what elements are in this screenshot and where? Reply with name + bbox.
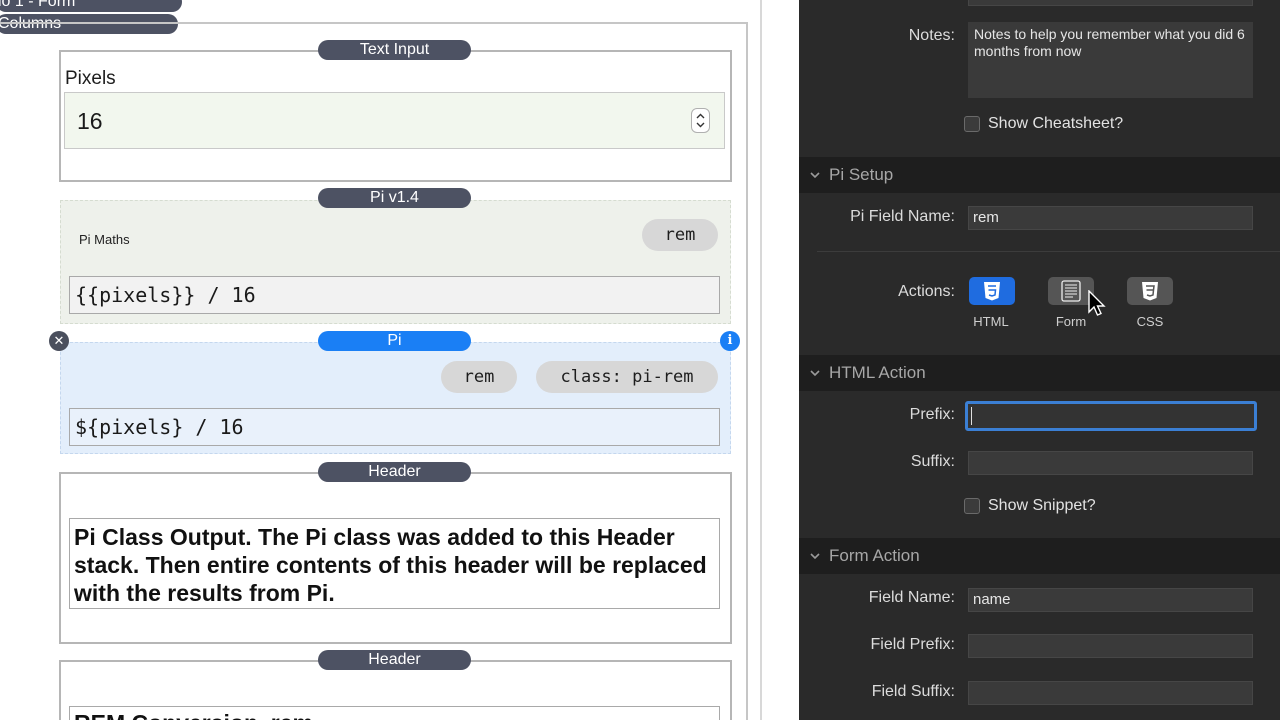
chevron-down-icon <box>810 370 820 377</box>
inspector-panel: Notes: Notes to help you remember what y… <box>799 0 1280 720</box>
form-stack-pill[interactable]: io 1 - Form <box>0 0 182 12</box>
pi-formula[interactable]: ${pixels} / 16 <box>69 408 720 446</box>
field-name-input[interactable]: name <box>968 588 1253 612</box>
form-action-section-header[interactable]: Form Action <box>799 538 1280 574</box>
stepper-chevrons-icon <box>696 113 705 128</box>
css3-icon <box>1142 282 1158 301</box>
notes-textarea[interactable]: Notes to help you remember what you did … <box>968 22 1253 98</box>
field-suffix-input[interactable] <box>968 681 1253 705</box>
suffix-label: Suffix: <box>910 453 955 470</box>
pixels-stepper[interactable] <box>691 108 710 133</box>
header-text[interactable]: Pi Class Output. The Pi class was added … <box>69 518 720 609</box>
header-pill[interactable]: Header <box>318 462 471 482</box>
notes-label: Notes: <box>908 27 955 44</box>
prefix-label: Prefix: <box>909 406 955 423</box>
text-input-pill[interactable]: Text Input <box>318 40 471 60</box>
actions-label: Actions: <box>898 283 955 300</box>
design-canvas: io 1 - Form Columns Text Input Pixels 16… <box>0 0 762 720</box>
html5-icon <box>984 282 1000 301</box>
class-chip: class: pi-rem <box>536 361 718 393</box>
top-field[interactable] <box>968 0 1253 6</box>
pi-setup-section-header[interactable]: Pi Setup <box>799 157 1280 193</box>
html-action-section-header[interactable]: HTML Action <box>799 355 1280 391</box>
chevron-down-icon <box>810 172 820 179</box>
pi-pill[interactable]: Pi <box>318 331 471 351</box>
pi-v14-pill[interactable]: Pi v1.4 <box>318 188 471 208</box>
mouse-cursor-icon <box>1088 290 1106 316</box>
html-action-button[interactable] <box>969 277 1015 305</box>
canvas-gap <box>762 0 799 720</box>
form-action-title: Form Action <box>829 546 920 565</box>
show-snippet-checkbox[interactable] <box>964 498 980 514</box>
chevron-down-icon <box>810 553 820 560</box>
field-prefix-input[interactable] <box>968 634 1253 658</box>
pi-maths-label: Pi Maths <box>79 232 130 247</box>
html-action-label: HTML <box>973 314 1009 329</box>
rem-chip: rem <box>642 219 718 251</box>
html-action-title: HTML Action <box>829 363 926 382</box>
text-caret <box>971 407 972 425</box>
suffix-input[interactable] <box>968 451 1253 475</box>
pixels-input[interactable] <box>64 92 725 149</box>
close-icon[interactable]: ✕ <box>49 331 69 351</box>
pi-field-name-label: Pi Field Name: <box>850 208 955 225</box>
field-suffix-label: Field Suffix: <box>871 683 955 700</box>
header-pill[interactable]: Header <box>318 650 471 670</box>
css-action-button[interactable] <box>1127 277 1173 305</box>
divider <box>817 251 1280 252</box>
rem-chip: rem <box>441 361 517 393</box>
pixels-label: Pixels <box>65 68 116 89</box>
pi-field-name-input[interactable]: rem <box>968 206 1253 230</box>
pi-setup-title: Pi Setup <box>829 165 894 184</box>
show-cheatsheet-checkbox[interactable] <box>964 116 980 132</box>
field-name-label: Field Name: <box>868 589 955 606</box>
pi-maths-formula[interactable]: {{pixels}} / 16 <box>69 276 720 314</box>
info-icon[interactable]: i <box>720 331 740 351</box>
css-action-label: CSS <box>1136 314 1164 329</box>
field-prefix-label: Field Prefix: <box>870 636 955 653</box>
header-text[interactable]: REM Conversion, rem <box>69 706 720 720</box>
prefix-input[interactable] <box>965 401 1257 431</box>
show-cheatsheet-label: Show Cheatsheet? <box>988 115 1124 132</box>
show-snippet-label: Show Snippet? <box>988 497 1096 514</box>
pixels-input-value: 16 <box>77 108 103 134</box>
